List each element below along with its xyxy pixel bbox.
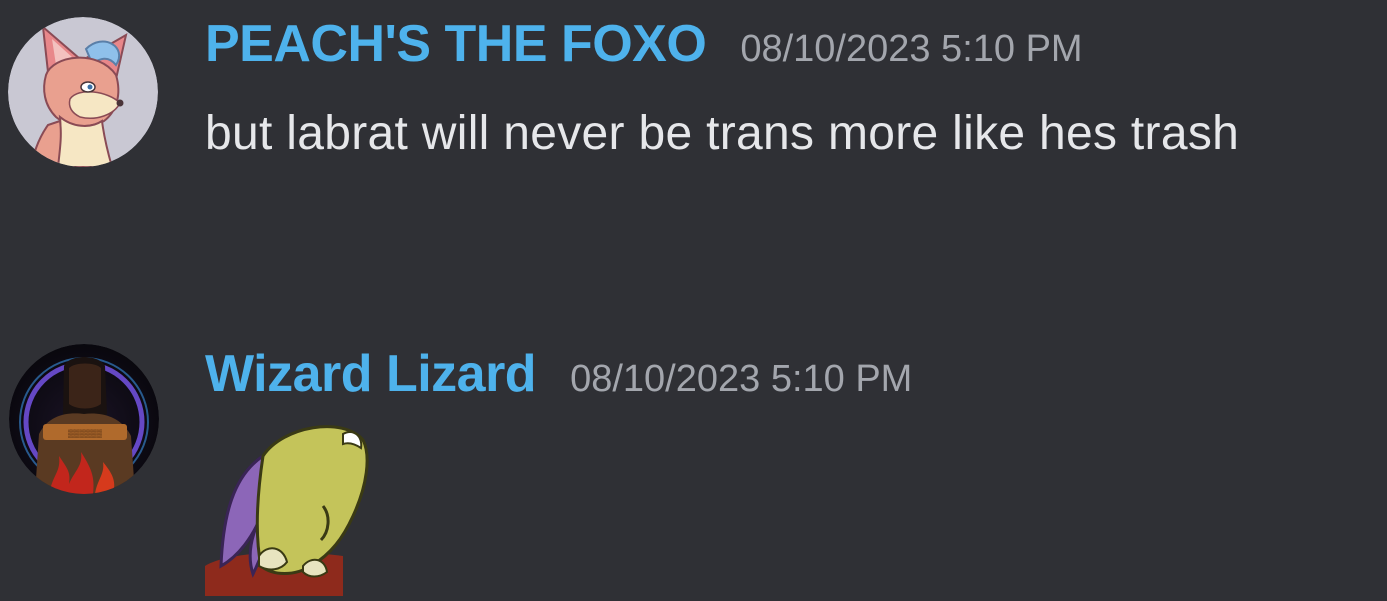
hooded-figure-avatar-icon: ▒▒▒▒▒▒ — [9, 344, 159, 494]
avatar[interactable]: ▒▒▒▒▒▒ — [9, 344, 159, 494]
svg-text:▒▒▒▒▒▒: ▒▒▒▒▒▒ — [68, 429, 102, 438]
username[interactable]: PEACH'S THE FOXO — [205, 14, 707, 74]
chat-log: PEACH'S THE FOXO 08/10/2023 5:10 PM but … — [0, 0, 1387, 601]
message-item: PEACH'S THE FOXO 08/10/2023 5:10 PM but … — [0, 0, 1387, 280]
message-header: Wizard Lizard 08/10/2023 5:10 PM — [205, 344, 912, 404]
avatar[interactable] — [8, 17, 158, 167]
message-item: ▒▒▒▒▒▒ Wizard Lizard 08/10/2023 5:10 PM — [0, 330, 1387, 601]
timestamp: 08/10/2023 5:10 PM — [570, 358, 913, 400]
creature-emoji-icon — [205, 425, 369, 596]
fox-avatar-icon — [8, 17, 158, 167]
username[interactable]: Wizard Lizard — [205, 344, 537, 404]
message-header: PEACH'S THE FOXO 08/10/2023 5:10 PM — [205, 14, 1083, 74]
sticker-image[interactable] — [203, 416, 378, 596]
timestamp: 08/10/2023 5:10 PM — [740, 28, 1083, 70]
message-text: but labrat will never be trans more like… — [205, 107, 1240, 160]
